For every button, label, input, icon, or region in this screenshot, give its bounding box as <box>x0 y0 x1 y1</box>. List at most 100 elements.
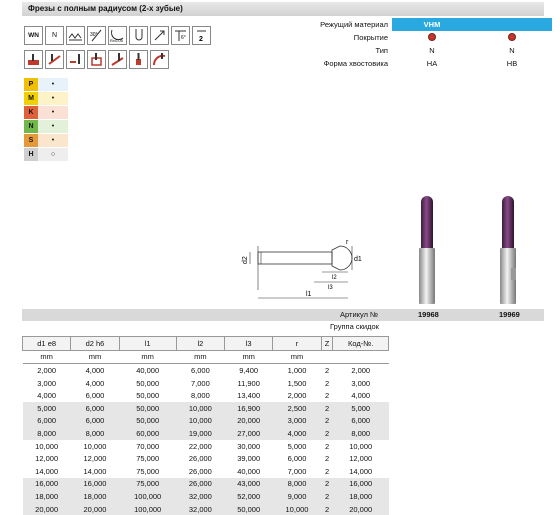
shank-form-row: Форма хвостовика HA HB <box>286 57 552 70</box>
table-cell: 100,000 <box>119 490 177 503</box>
column-header: Код-№. <box>332 336 389 351</box>
table-cell: 70,000 <box>136 441 160 451</box>
table-cell: 12,000 <box>349 454 373 464</box>
unit-cell: mm <box>119 350 177 365</box>
type-n-icon: N <box>45 26 64 45</box>
suitability-mark: • <box>51 123 55 130</box>
table-row: 14,000 14,000 75,000 26,000 40,000 7,000 2 14,0… <box>23 465 389 478</box>
table-cell: 2 <box>321 414 333 428</box>
table-cell: 12,000 <box>83 454 107 464</box>
table-cell: 6,000 <box>70 414 120 428</box>
dimensions-table: d1 e8 d2 h6 l1 l2 l3 r Z Код-№. mm mm mm mm mm mm 2,… <box>21 336 389 515</box>
material-row: N • <box>24 120 68 133</box>
table-row: 10,000 10,000 70,000 22,000 30,000 5,000 2 10,0… <box>23 440 389 453</box>
table-row: 2,000 4,000 40,000 6,000 9,400 1,000 2 2,000 <box>23 364 389 377</box>
page-title: Фрезы с полным радиусом (2-х зубые) <box>22 2 544 16</box>
table-cell: 2 <box>324 378 330 388</box>
table-cell: 32,000 <box>176 490 225 503</box>
table-cell: 2 <box>324 391 330 401</box>
column-header: r <box>272 336 322 351</box>
ramping-icon <box>108 50 127 69</box>
table-cell: 11,900 <box>237 378 260 388</box>
table-cell: 50,000 <box>224 502 273 515</box>
table-cell: 9,400 <box>239 365 259 375</box>
application-icons-row <box>24 50 169 69</box>
table-row: 20,000 20,000 100,000 32,000 50,000 10,000 2 20… <box>22 502 389 515</box>
table-cell: 22,000 <box>188 441 212 451</box>
table-cell: 60,000 <box>119 427 177 440</box>
table-row: 3,000 4,000 50,000 7,000 11,900 1,500 2 3,000 <box>23 377 389 390</box>
table-cell: 20,000 <box>22 502 71 515</box>
table-cell: 16,000 <box>70 477 120 491</box>
type-row: Тип N N <box>286 44 552 57</box>
table-cell: 6,000 <box>287 454 307 464</box>
coating-icon <box>428 32 436 41</box>
property-value: VHM <box>392 18 472 31</box>
table-cell: 2,000 <box>37 365 57 375</box>
table-cell: 10,000 <box>176 401 225 415</box>
table-cell: 10,000 <box>272 502 322 515</box>
unit-cell: mm <box>272 350 322 365</box>
article-number-1: 19968 <box>418 310 439 319</box>
material-code: N <box>24 120 38 133</box>
table-cell: 16,900 <box>224 401 273 415</box>
ball-end-icon <box>129 26 148 45</box>
table-cell: 2 <box>321 477 333 491</box>
material-code: M <box>24 92 38 105</box>
material-row: S • <box>24 134 68 147</box>
tool-image-19969 <box>500 196 516 304</box>
unit-cell <box>321 350 333 365</box>
table-row: 16,000 16,000 75,000 26,000 43,000 8,000 2 16,0… <box>22 477 389 491</box>
table-cell: 10,000 <box>83 441 107 451</box>
table-cell: 7,000 <box>287 466 307 476</box>
table-cell: 5,000 <box>287 441 307 451</box>
table-cell: 4,000 <box>272 427 322 440</box>
tool-dimension-drawing: d2 d1 r l2 l3 l1 <box>242 239 362 299</box>
table-cell: 2 <box>324 365 330 375</box>
column-header: l3 <box>224 336 274 351</box>
svg-text:2: 2 <box>199 36 203 43</box>
table-cell: 20,000 <box>224 414 273 428</box>
table-cell: 26,000 <box>176 477 225 491</box>
table-cell: 12,000 <box>35 454 59 464</box>
d1-label: d1 <box>354 256 362 263</box>
table-cell: 2 <box>321 427 333 440</box>
table-cell: 3,000 <box>37 378 57 388</box>
table-cell: 10,000 <box>176 414 225 428</box>
material-code: H <box>24 148 38 161</box>
table-cell: 8,000 <box>332 427 389 440</box>
table-row: 8,000 8,000 60,000 19,000 27,000 4,000 2 8,000 <box>22 427 389 440</box>
table-cell: 5,000 <box>22 401 71 415</box>
property-label: Форма хвостовика <box>323 59 388 68</box>
table-cell: 100,000 <box>119 502 177 515</box>
column-header: d2 h6 <box>70 336 120 351</box>
table-cell: 50,000 <box>136 391 160 401</box>
table-cell: 2,000 <box>351 365 371 375</box>
table-cell: 50,000 <box>136 378 160 388</box>
discount-group-label: Группа скидок <box>330 322 379 331</box>
column-header: d1 e8 <box>21 336 72 351</box>
table-cell: 26,000 <box>188 466 212 476</box>
table-row: 18,000 18,000 100,000 32,000 52,000 9,000 2 18,… <box>22 490 389 503</box>
table-cell: 2 <box>321 490 333 503</box>
tool-image-19968 <box>419 196 435 304</box>
table-cell: 75,000 <box>136 466 160 476</box>
table-cell: 13,400 <box>237 391 261 401</box>
angle-6-icon: 6° <box>171 26 190 45</box>
table-cell: 2 <box>321 401 333 415</box>
unit-cell: mm <box>22 350 71 365</box>
property-value: HB <box>506 59 518 68</box>
material-row: P • <box>24 78 68 91</box>
radius-tolerance-icon: R±0,05 <box>108 26 127 45</box>
table-cell: 2 <box>324 466 330 476</box>
table-cell: 7,000 <box>190 378 210 388</box>
property-value: N <box>509 46 515 55</box>
table-cell: 50,000 <box>119 401 177 415</box>
units-row: mm mm mm mm mm mm <box>22 350 389 365</box>
pocket-milling-icon <box>87 50 106 69</box>
suitability-mark: • <box>51 137 55 144</box>
table-cell: 40,000 <box>237 466 261 476</box>
property-label: Режущий материал <box>320 20 388 29</box>
table-cell: 18,000 <box>332 490 389 503</box>
drilling-icon <box>129 50 148 69</box>
